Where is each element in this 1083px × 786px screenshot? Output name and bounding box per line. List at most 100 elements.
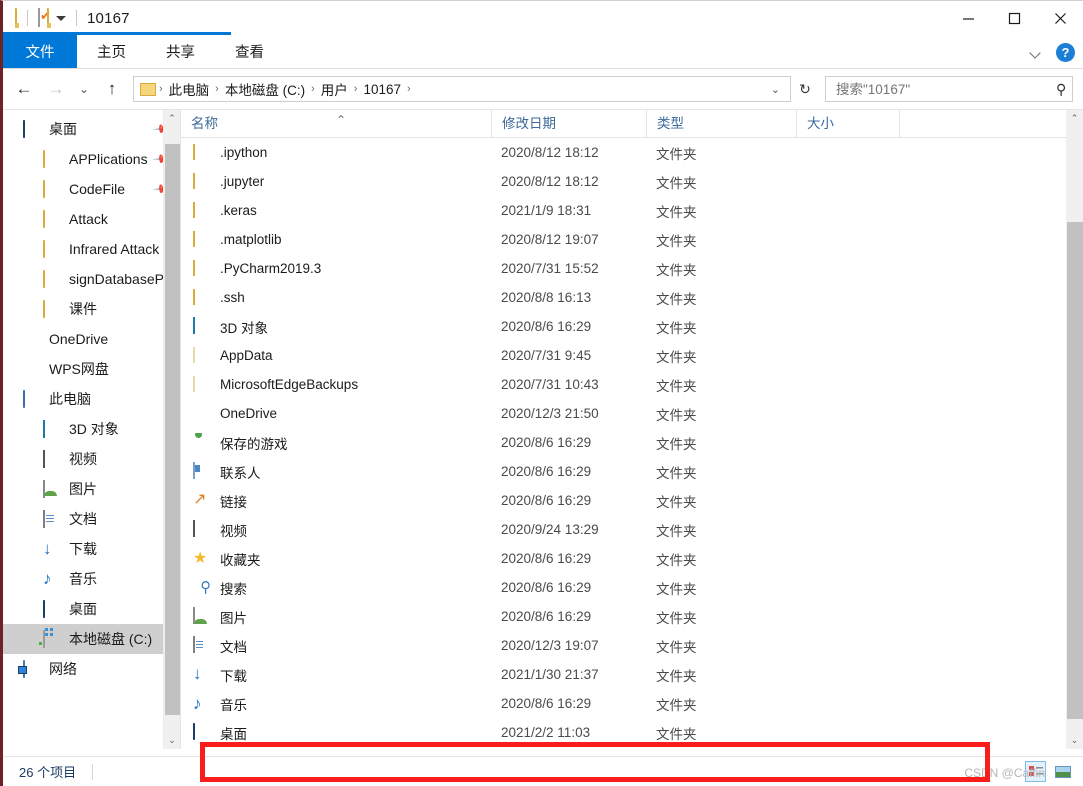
table-row[interactable]: .matplotlib 2020/8/12 19:07 文件夹 [181,225,1083,254]
breadcrumb-item-10167[interactable]: 10167 [358,82,406,97]
sidebar-item-2[interactable]: CodeFile📌 [3,174,180,204]
minimize-button[interactable] [945,1,991,35]
cell-name: 图片 [181,607,491,627]
help-icon[interactable]: ? [1056,42,1075,62]
table-row[interactable]: 3D 对象 2020/8/6 16:29 文件夹 [181,312,1083,341]
chevron-down-icon[interactable] [1031,49,1042,56]
column-header-type[interactable]: 类型 [646,110,796,138]
tab-view[interactable]: 查看 [215,35,284,68]
table-row[interactable]: ⚲ 搜索 2020/8/6 16:29 文件夹 [181,573,1083,602]
picture-icon [193,607,211,625]
table-row[interactable]: .keras 2021/1/9 18:31 文件夹 [181,196,1083,225]
sidebar-item-16[interactable]: 桌面 [3,594,180,624]
back-button[interactable]: ← [9,74,39,104]
sidebar-item-14[interactable]: ↓ 下载 [3,534,180,564]
scroll-down-icon[interactable]: ⌄ [164,732,180,749]
thumbnails-view-icon [1054,765,1071,778]
cell-type: 文件夹 [656,291,697,307]
cell-name: .ipython [181,144,491,161]
sidebar-item-1[interactable]: APPlications📌 [3,144,180,174]
table-row[interactable]: 文档 2020/12/3 19:07 文件夹 [181,631,1083,660]
table-row[interactable]: .PyCharm2019.3 2020/7/31 15:52 文件夹 [181,254,1083,283]
column-header-name[interactable]: 名称 ⌃ [181,110,491,138]
breadcrumb-item-local-disk[interactable]: 本地磁盘 (C:) [220,79,310,99]
folder-icon [43,150,61,168]
scroll-down-icon[interactable]: ⌄ [1066,732,1083,749]
sidebar-item-6[interactable]: 课件 [3,294,180,324]
breadcrumb-item-users[interactable]: 用户 [316,79,353,99]
scroll-up-icon[interactable]: ⌃ [164,110,180,127]
table-row[interactable]: 联系人 2020/8/6 16:29 文件夹 [181,457,1083,486]
recent-locations-button[interactable]: ⌄ [73,74,95,104]
tab-home[interactable]: 主页 [77,35,146,68]
maximize-button[interactable] [991,1,1037,35]
sidebar-item-label: OneDrive [49,331,109,347]
sidebar-item-10[interactable]: 3D 对象 [3,414,180,444]
search-box[interactable]: ⚲ [825,76,1073,102]
sidebar-item-0[interactable]: 桌面📌 [3,114,180,144]
refresh-button[interactable]: ↻ [793,76,817,102]
table-row[interactable]: .ipython 2020/8/12 18:12 文件夹 [181,138,1083,167]
sidebar-item-8[interactable]: WPS网盘 [3,354,180,384]
thumbnails-view-button[interactable] [1052,761,1073,782]
file-name-label: .keras [220,203,257,218]
cell-date: 2021/2/2 11:03 [501,725,591,740]
table-row[interactable]: ♪ 音乐 2020/8/6 16:29 文件夹 [181,689,1083,718]
up-button[interactable]: ↑ [97,74,127,104]
breadcrumb-item-this-pc[interactable]: 此电脑 [164,79,215,99]
cell-date: 2020/8/6 16:29 [501,319,592,334]
table-row[interactable]: .jupyter 2020/8/12 18:12 文件夹 [181,167,1083,196]
scroll-up-icon[interactable]: ⌃ [1066,110,1083,127]
sidebar-item-17[interactable]: 本地磁盘 (C:) [3,624,180,654]
cell-type: 文件夹 [656,494,697,510]
tab-share[interactable]: 共享 [146,35,215,68]
forward-button[interactable]: → [41,74,71,104]
table-row[interactable]: .condarc2021/2/5 14:11CONDARC 文件1 KB [181,747,1083,749]
table-row[interactable]: AppData 2020/7/31 9:45 文件夹 [181,341,1083,370]
folder-icon [193,144,211,161]
column-header-size[interactable]: 大小 [796,110,899,138]
tab-file[interactable]: 文件 [3,35,77,68]
onedrive-icon [23,331,41,347]
dropdown-icon[interactable] [56,15,66,21]
navigation-pane: 桌面📌APPlications📌CodeFile📌 Attack Infrared … [3,110,180,749]
sidebar-item-11[interactable]: 视频 [3,444,180,474]
search-icon[interactable]: ⚲ [1056,81,1066,98]
breadcrumb[interactable]: › 此电脑 › 本地磁盘 (C:) › 用户 › 10167 › ⌄ [133,76,791,102]
table-row[interactable]: 视频 2020/9/24 13:29 文件夹 [181,515,1083,544]
sidebar-item-3[interactable]: Attack [3,204,180,234]
properties-icon[interactable] [38,8,40,27]
column-header-date[interactable]: 修改日期 [491,110,646,138]
sidebar-item-15[interactable]: ♪ 音乐 [3,564,180,594]
sidebar-item-9[interactable]: 此电脑 [3,384,180,414]
sidebar-item-18[interactable]: 网络 [3,654,180,684]
search-input[interactable] [836,81,1056,97]
column-header-spacer[interactable] [899,110,1029,138]
table-row[interactable]: ↗ 链接 2020/8/6 16:29 文件夹 [181,486,1083,515]
navigation-scrollbar[interactable]: ⌃ ⌄ [163,110,180,749]
table-row[interactable]: OneDrive 2020/12/3 21:50 文件夹 [181,399,1083,428]
sidebar-item-5[interactable]: signDatabaseP [3,264,180,294]
table-row[interactable]: MicrosoftEdgeBackups 2020/7/31 10:43 文件夹 [181,370,1083,399]
table-row[interactable]: ↓ 下载 2021/1/30 21:37 文件夹 [181,660,1083,689]
sidebar-item-7[interactable]: OneDrive [3,324,180,354]
cell-name: 保存的游戏 [181,433,491,453]
table-row[interactable]: 图片 2020/8/6 16:29 文件夹 [181,602,1083,631]
file-list-scrollbar[interactable]: ⌃ ⌄ [1066,110,1083,749]
new-folder-icon[interactable] [47,8,49,27]
sidebar-item-13[interactable]: 文档 [3,504,180,534]
cell-date: 2020/9/24 13:29 [501,522,599,537]
cell-name: ↓ 下载 [181,665,491,685]
table-row[interactable]: .ssh 2020/8/8 16:13 文件夹 [181,283,1083,312]
close-button[interactable] [1037,1,1083,35]
sidebar-item-4[interactable]: Infrared Attack [3,234,180,264]
document-icon [193,636,211,654]
file-list-scroll-thumb[interactable] [1067,222,1083,719]
sidebar-item-12[interactable]: 图片 [3,474,180,504]
table-row[interactable]: 桌面 2021/2/2 11:03 文件夹 [181,718,1083,747]
table-row[interactable]: ★ 收藏夹 2020/8/6 16:29 文件夹 [181,544,1083,573]
table-row[interactable]: 保存的游戏 2020/8/6 16:29 文件夹 [181,428,1083,457]
breadcrumb-chevron-down-icon[interactable]: ⌄ [765,83,786,96]
navigation-scroll-thumb[interactable] [165,144,180,715]
folder-icon[interactable] [15,8,17,27]
